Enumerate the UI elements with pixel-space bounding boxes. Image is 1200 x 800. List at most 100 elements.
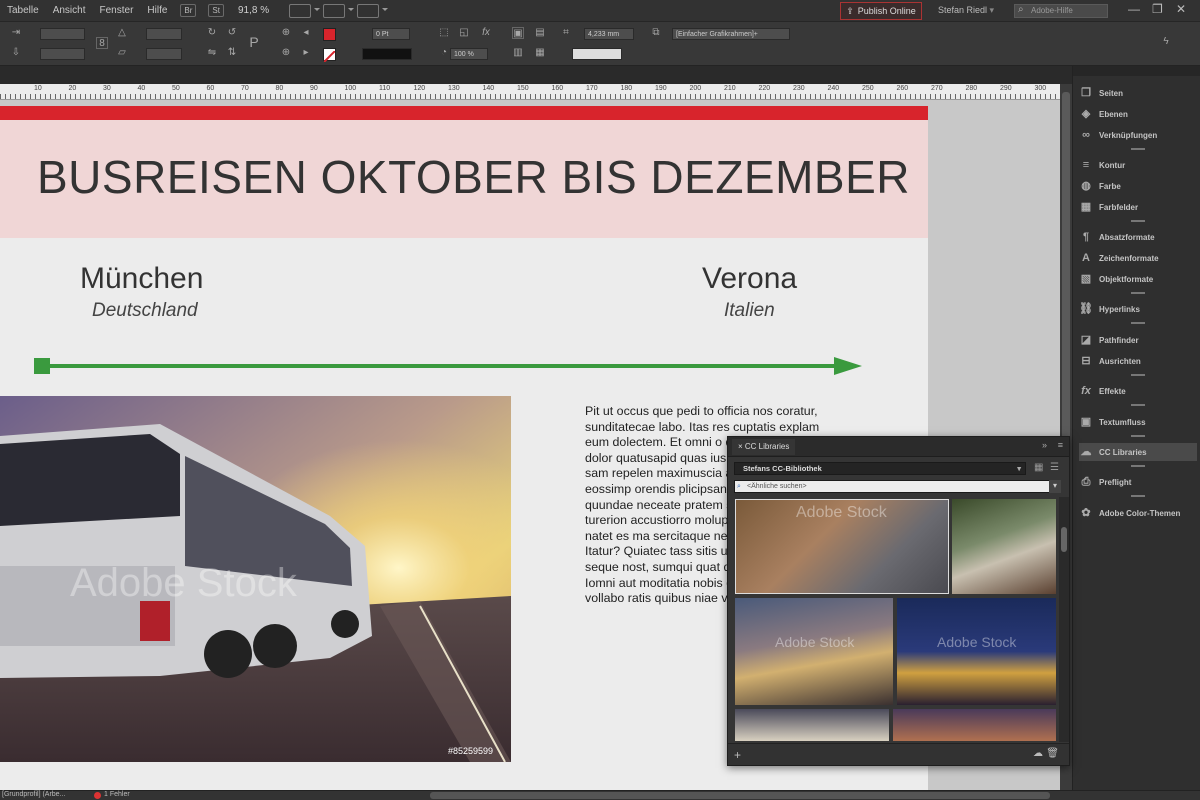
rotation-field[interactable] [146,28,182,40]
cc-scroll-thumb[interactable] [1061,527,1067,552]
screen-mode-icon[interactable] [323,3,355,18]
panel-adobe-color-themen[interactable]: ✿ Adobe Color-Themen [1079,504,1197,522]
panel-farbe[interactable]: ◍ Farbe [1079,177,1197,195]
flip-v-icon[interactable]: ⇅ [226,47,238,59]
horizontal-scrollbar[interactable] [430,792,1050,799]
stock-thumbnail-4[interactable]: Adobe Stock [897,598,1056,705]
select-next-icon[interactable]: ▸ [300,47,312,59]
panel-textumfluss[interactable]: ▣ Textumfluss [1079,413,1197,431]
panel-group-separator[interactable] [1131,435,1145,437]
quick-apply-icon[interactable]: ϟ [1160,36,1172,48]
close-tab-icon[interactable]: × [738,442,745,451]
stock-thumbnail-6[interactable] [893,709,1056,741]
destination-country[interactable]: Italien [724,300,775,322]
y-field[interactable] [40,48,85,60]
preflight-profile[interactable]: [Grundprofil] (Arbe... [2,791,65,798]
rotate-cw-icon[interactable]: ↻ [206,27,218,39]
stock-button[interactable]: St [208,4,224,17]
shear-field[interactable] [146,48,182,60]
fx-effects-icon[interactable]: fx [480,27,492,39]
stroke-type-dropdown[interactable] [362,48,412,60]
close-icon[interactable]: ✕ [1176,2,1186,16]
panel-absatzformate[interactable]: ¶ Absatzformate [1079,228,1197,246]
menu-ansicht[interactable]: Ansicht [46,5,93,16]
select-container-icon[interactable]: ⊕ [280,27,292,39]
text-frame-icon[interactable]: P [248,35,260,49]
route-arrow[interactable] [34,356,864,376]
panel-group-separator[interactable] [1131,220,1145,222]
object-style-dropdown[interactable]: [Einfacher Grafikrahmen]+ [672,28,790,40]
stock-thumbnail-3[interactable]: Adobe Stock [735,598,893,705]
menu-fenster[interactable]: Fenster [93,5,141,16]
preflight-errors[interactable]: 1 Fehler [104,791,130,798]
cloud-sync-icon[interactable]: ☁ [1033,748,1043,759]
menu-hilfe[interactable]: Hilfe [140,5,174,16]
corner-shape-dropdown[interactable] [572,48,622,60]
panel-preflight[interactable]: ⎙ Preflight [1079,473,1197,491]
library-dropdown[interactable]: Stefans CC-Bibliothek ▾ [734,462,1026,475]
dock-header[interactable] [1073,66,1200,76]
list-view-icon[interactable]: ☰ [1050,462,1059,473]
panel-group-separator[interactable] [1131,322,1145,324]
text-wrap-icon[interactable]: ▣ [512,27,524,39]
fill-color-swatch[interactable] [323,28,336,41]
bus-photo[interactable]: Adobe Stock #85259599 [0,396,511,762]
cc-scrollbar[interactable] [1059,497,1069,742]
grid-view-icon[interactable]: ▦ [1034,462,1043,473]
panel-effekte[interactable]: fx Effekte [1079,382,1197,400]
panel-ebenen[interactable]: ◈ Ebenen [1079,105,1197,123]
panel-hyperlinks[interactable]: ⛓ Hyperlinks [1079,300,1197,318]
minimize-icon[interactable]: — [1128,2,1140,16]
panel-ausrichten[interactable]: ⊟ Ausrichten [1079,352,1197,370]
panel-group-separator[interactable] [1131,374,1145,376]
wrap-jump-icon[interactable]: ▦ [534,47,546,59]
similar-search-input[interactable]: ⌕ <Ähnliche suchen> ▾ [734,480,1061,493]
destination-city[interactable]: Verona [702,262,797,296]
panel-objektformate[interactable]: ▧ Objektformate [1079,270,1197,288]
stock-thumbnail-1[interactable]: Adobe Stock [735,499,949,594]
publish-online-button[interactable]: ⇪ Publish Online [840,2,922,20]
origin-city[interactable]: München [80,262,203,296]
menu-tabelle[interactable]: Tabelle [0,5,46,16]
panel-group-separator[interactable] [1131,292,1145,294]
frame-fitting-icon[interactable]: ⬚ [438,27,450,39]
add-content-icon[interactable]: + [734,748,741,762]
rotate-ccw-icon[interactable]: ↺ [226,27,238,39]
stock-thumbnail-2[interactable] [952,499,1056,594]
panel-cc-libraries[interactable]: ☁ CC Libraries [1079,443,1197,461]
help-search-input[interactable]: Adobe-Hilfe [1014,4,1108,18]
panel-menu-icon[interactable]: ≡ [1058,440,1063,450]
arrange-documents-icon[interactable] [357,3,389,18]
panel-farbfelder[interactable]: ▦ Farbfelder [1079,198,1197,216]
constrain-proportions-icon[interactable]: 8 [96,37,108,49]
origin-country[interactable]: Deutschland [92,300,198,322]
stock-thumbnail-5[interactable] [735,709,889,741]
dimension-field[interactable]: 4,233 mm [584,28,634,40]
cc-libraries-tab[interactable]: × CC Libraries [732,439,796,455]
red-header-strip[interactable] [0,106,928,120]
stroke-weight-field[interactable]: 0 Pt [372,28,410,40]
user-menu[interactable]: Stefan Riedl [938,5,994,16]
stroke-color-swatch[interactable] [323,48,336,63]
panel-pathfinder[interactable]: ◪ Pathfinder [1079,331,1197,349]
x-field[interactable] [40,28,85,40]
corner-options-icon[interactable]: ⌗ [560,27,572,39]
panel-group-separator[interactable] [1131,148,1145,150]
trash-icon[interactable]: 🗑 [1046,748,1059,759]
zoom-level[interactable]: 91,8 % [238,5,269,16]
panel-zeichenformate[interactable]: A Zeichenformate [1079,249,1197,267]
flip-h-icon[interactable]: ⇋ [206,47,218,59]
wrap-shape-icon[interactable]: ▥ [512,47,524,59]
panel-verknuepfungen[interactable]: ∞ Verknüpfungen [1079,126,1197,144]
cc-panel-header[interactable]: × CC Libraries » ≡ [728,437,1069,457]
panel-kontur[interactable]: ≡ Kontur [1079,156,1197,174]
bridge-button[interactable]: Br [180,4,197,17]
maximize-icon[interactable]: ❐ [1152,2,1163,16]
panel-seiten[interactable]: ❐ Seiten [1079,84,1197,102]
drop-shadow-icon[interactable]: ◱ [458,27,470,39]
search-dropdown-icon[interactable]: ▾ [1049,480,1061,493]
select-content-icon[interactable]: ⊕ [280,47,292,59]
view-options-icon[interactable] [289,3,321,18]
panel-group-separator[interactable] [1131,495,1145,497]
headline-text[interactable]: BUSREISEN OKTOBER BIS DEZEMBER [37,150,910,204]
